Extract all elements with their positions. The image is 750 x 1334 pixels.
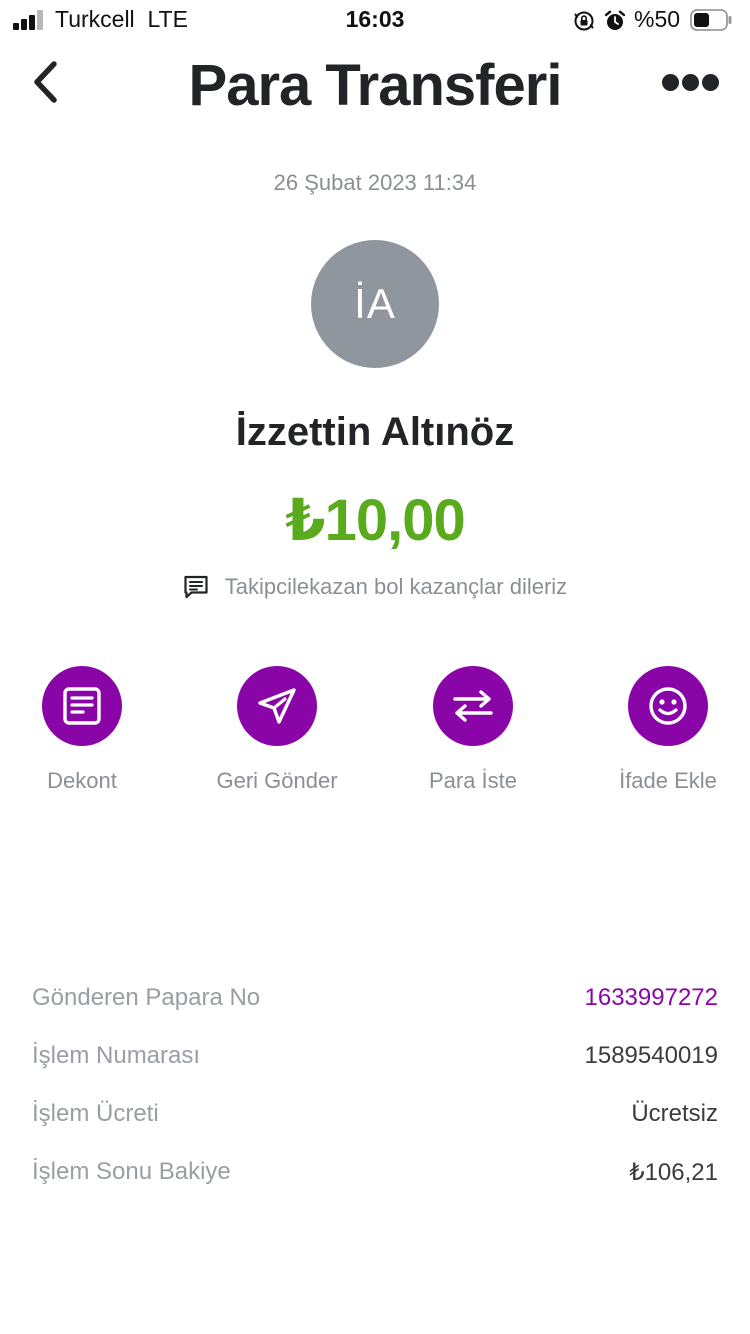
receipt-button[interactable]: Dekont — [2, 666, 162, 794]
detail-row-transaction-fee: İşlem Ücreti Ücretsiz — [32, 1100, 718, 1158]
transaction-note: Takipcilekazan bol kazançlar dileriz — [0, 574, 750, 600]
battery-percent: %50 — [634, 6, 681, 32]
detail-label: İşlem Numarası — [32, 1042, 201, 1069]
alarm-icon — [604, 10, 626, 30]
detail-row-sender-papara-no: Gönderen Papara No 1633997272 — [32, 984, 718, 1042]
send-again-button-circle[interactable] — [237, 666, 317, 746]
action-label: Dekont — [47, 768, 117, 793]
add-reaction-button[interactable]: İfade Ekle — [588, 666, 748, 794]
transfer-arrows-icon — [453, 690, 493, 722]
sender-papara-number[interactable]: 1633997272 — [585, 984, 718, 1012]
transfer-amount: ₺10,00 — [285, 488, 466, 553]
detail-row-ending-balance: İşlem Sonu Bakiye ₺106,21 — [32, 1158, 718, 1216]
detail-label: İşlem Ücreti — [32, 1100, 159, 1127]
receipt-button-circle[interactable] — [42, 666, 122, 746]
receipt-icon — [63, 687, 101, 725]
action-label: Para İste — [428, 768, 518, 793]
avatar: İA — [311, 240, 439, 368]
ending-balance: ₺106,21 — [629, 1159, 718, 1186]
request-money-button[interactable]: Para İste — [393, 666, 553, 794]
request-money-button-circle[interactable] — [433, 666, 513, 746]
transaction-date: 26 Şubat 2023 11:34 — [273, 170, 477, 195]
transaction-number: 1589540019 — [584, 1042, 718, 1069]
transaction-details: Gönderen Papara No 1633997272 İşlem Numa… — [32, 984, 718, 1216]
send-icon — [258, 688, 296, 724]
message-icon — [184, 575, 208, 599]
send-again-button[interactable]: Geri Gönder — [197, 666, 357, 794]
detail-label: İşlem Sonu Bakiye — [32, 1158, 231, 1185]
action-label: İfade Ekle — [619, 768, 717, 793]
status-bar: Turkcell LTE 16:03 %50 — [0, 0, 750, 40]
action-label: Geri Gönder — [216, 768, 338, 793]
smiley-icon — [649, 687, 687, 725]
orientation-lock-icon — [574, 11, 594, 31]
detail-row-transaction-number: İşlem Numarası 1589540019 — [32, 1042, 718, 1100]
recipient-name: İzzettin Altınöz — [235, 410, 515, 454]
add-reaction-button-circle[interactable] — [628, 666, 708, 746]
more-options-button[interactable] — [656, 66, 722, 100]
page-title: Para Transferi — [188, 53, 563, 118]
note-text: Takipcilekazan bol kazançlar dileriz — [224, 574, 568, 599]
detail-label: Gönderen Papara No — [32, 984, 261, 1011]
battery-icon — [690, 9, 732, 31]
transaction-fee: Ücretsiz — [631, 1100, 718, 1127]
